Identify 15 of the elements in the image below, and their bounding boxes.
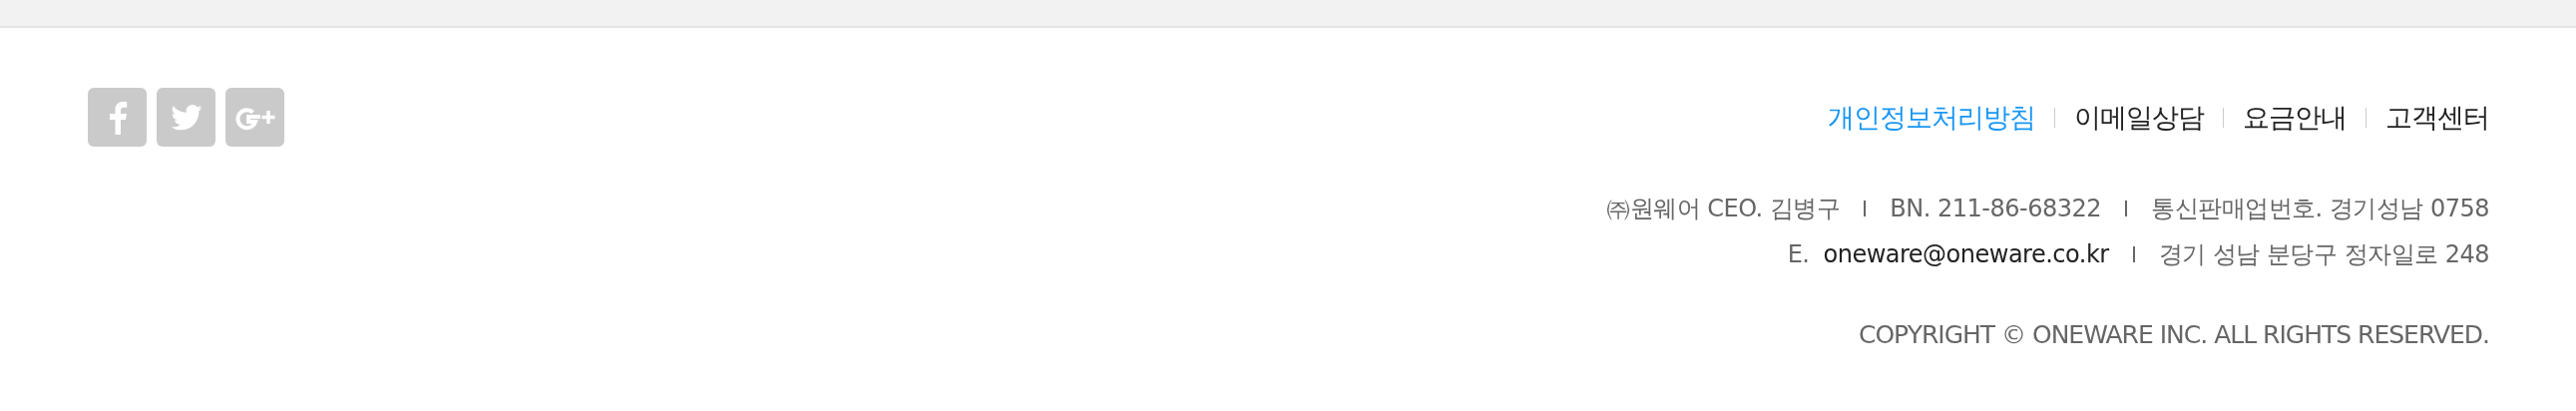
company-info-text: ㈜원웨어 CEO. 김병구 xyxy=(1606,194,1841,224)
social-button[interactable] xyxy=(88,88,147,147)
company-info-text: BN. 211-86-68322 xyxy=(1890,195,2102,222)
footer-link[interactable]: 고객센터 xyxy=(2385,100,2489,136)
copyright-text: COPYRIGHT © ONEWARE INC. ALL RIGHTS RESERVED. xyxy=(1859,320,2489,349)
facebook-icon xyxy=(107,100,128,135)
social-button[interactable] xyxy=(157,88,215,147)
company-info-text: 통신판매업번호. 경기성남 0758 xyxy=(2151,194,2489,224)
email-label: E. xyxy=(1787,240,1810,268)
footer-link[interactable]: 이메일상담 xyxy=(2074,100,2204,136)
email-link[interactable]: oneware@oneware.co.kr xyxy=(1823,240,2109,268)
bird-icon xyxy=(170,104,203,131)
footer-link[interactable]: 요금안내 xyxy=(2243,100,2347,136)
social-button[interactable] xyxy=(225,88,284,147)
address-text: 경기 성남 분당구 정자일로 248 xyxy=(2158,239,2489,270)
